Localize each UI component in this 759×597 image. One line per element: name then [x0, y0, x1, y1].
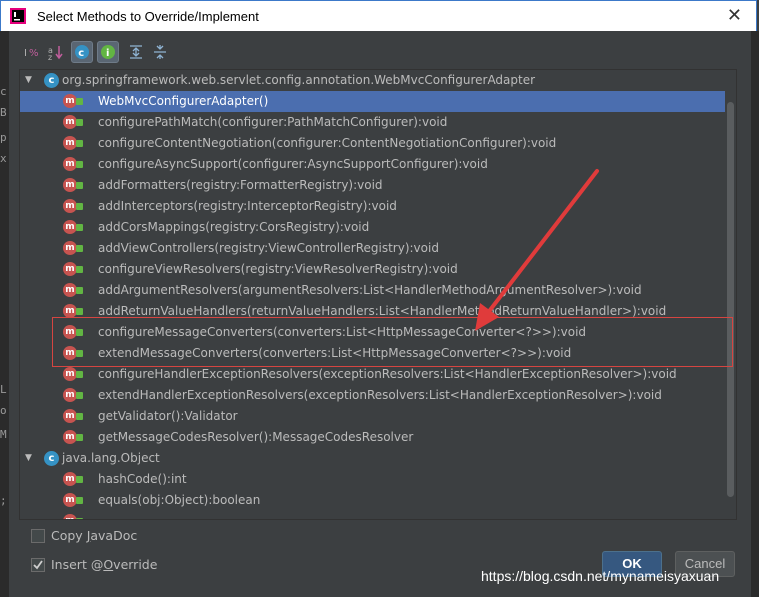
- editor-char: M: [0, 428, 7, 441]
- background-right-strip: [751, 31, 759, 597]
- override-methods-dialog: I % a z c i ▼ c org.springframework.web.…: [9, 31, 751, 597]
- close-icon[interactable]: ✕: [727, 5, 742, 26]
- annotation-arrow: [475, 169, 599, 331]
- editor-char: c: [0, 85, 7, 98]
- editor-char: p: [0, 131, 7, 144]
- insert-override-checkbox[interactable]: [31, 558, 45, 572]
- copy-javadoc-checkbox[interactable]: [31, 529, 45, 543]
- checkmark-icon: [33, 560, 43, 570]
- intellij-app-icon: [10, 8, 26, 24]
- editor-char: o: [0, 404, 7, 417]
- title-bar: Select Methods to Override/Implement ✕: [0, 0, 757, 31]
- editor-char: x: [0, 152, 7, 165]
- watermark: https://blog.csdn.net/mynameisyaxuan: [481, 568, 720, 584]
- editor-char: ;: [0, 494, 7, 507]
- editor-char: B: [0, 106, 7, 119]
- background-editor-strip: c B p x L o M ;: [0, 31, 9, 597]
- insert-override-label[interactable]: Insert @Override: [51, 557, 157, 572]
- editor-char: L: [0, 383, 7, 396]
- window-title: Select Methods to Override/Implement: [37, 9, 259, 24]
- copy-javadoc-label[interactable]: Copy JavaDoc: [51, 528, 137, 543]
